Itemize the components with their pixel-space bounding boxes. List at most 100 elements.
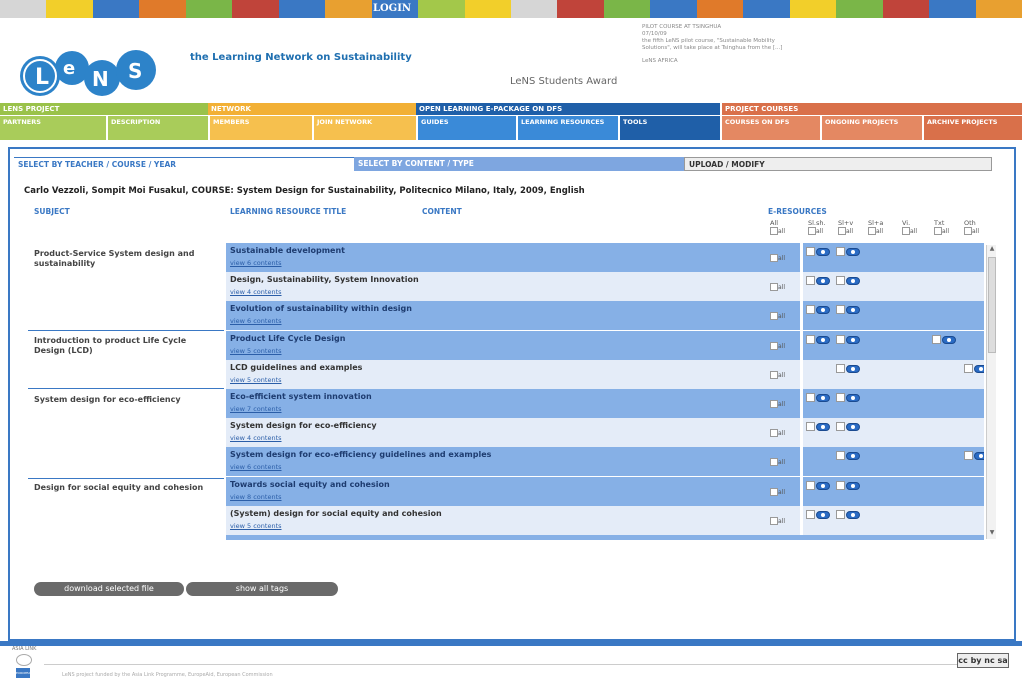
scroll-thumb[interactable]: [988, 257, 996, 353]
filter-all-checkbox[interactable]: [770, 227, 778, 235]
view-contents-link[interactable]: view 7 contents: [230, 405, 282, 413]
filter-oth-checkbox[interactable]: [964, 227, 972, 235]
slides-video-resource[interactable]: [836, 451, 862, 462]
slides-video-resource[interactable]: [836, 481, 862, 492]
view-contents-link[interactable]: view 6 contents: [230, 463, 282, 471]
slides-video-checkbox[interactable]: [836, 364, 845, 373]
slides-video-resource[interactable]: [836, 247, 862, 258]
row-all-checkbox[interactable]: [770, 428, 778, 437]
row-all-checkbox[interactable]: [770, 399, 778, 408]
scroll-up-icon[interactable]: ▲: [988, 245, 996, 253]
nav-archive-projects[interactable]: ARCHIVE PROJECTS: [924, 116, 1022, 140]
view-contents-link[interactable]: view 6 contents: [230, 317, 282, 325]
filter-txt-checkbox[interactable]: [934, 227, 942, 235]
filter-vi-checkbox[interactable]: [902, 227, 910, 235]
students-award-link[interactable]: LeNS Students Award: [510, 76, 617, 87]
nav-members[interactable]: MEMBERS: [210, 116, 312, 140]
slides-video-resource[interactable]: [836, 335, 862, 346]
view-contents-link[interactable]: view 5 contents: [230, 376, 282, 384]
view-contents-link[interactable]: view 8 contents: [230, 493, 282, 501]
results-scrollbar[interactable]: ▲ ▼: [986, 245, 996, 539]
lens-logo[interactable]: L e N S: [18, 48, 188, 100]
slides-video-resource[interactable]: [836, 422, 862, 433]
other-checkbox[interactable]: [964, 364, 973, 373]
nav-join-network[interactable]: JOIN NETWORK: [314, 116, 416, 140]
slides-sound-resource[interactable]: [806, 481, 832, 492]
resource-row[interactable]: Product Life Cycle Design view 5 content…: [226, 331, 984, 360]
slides-sound-resource[interactable]: [806, 422, 832, 433]
slides-video-checkbox[interactable]: [836, 422, 845, 431]
slides-video-resource[interactable]: [836, 510, 862, 521]
slides-sound-checkbox[interactable]: [806, 422, 815, 431]
view-contents-link[interactable]: view 4 contents: [230, 288, 282, 296]
resource-row[interactable]: System design for eco-efficiency guideli…: [226, 447, 984, 476]
slides-sound-checkbox[interactable]: [806, 510, 815, 519]
creative-commons-badge[interactable]: cc by nc sa: [957, 653, 1009, 668]
row-all-checkbox[interactable]: [770, 457, 778, 466]
resource-row[interactable]: System design for eco-efficiency view 4 …: [226, 418, 984, 447]
text-resource[interactable]: [932, 335, 958, 346]
view-contents-link[interactable]: view 5 contents: [230, 347, 282, 355]
slides-video-checkbox[interactable]: [836, 451, 845, 460]
slides-sound-resource[interactable]: [806, 247, 832, 258]
nav-partners[interactable]: PARTNERS: [0, 116, 106, 140]
nav-ongoing-projects[interactable]: ONGOING PROJECTS: [822, 116, 922, 140]
view-contents-link[interactable]: view 6 contents: [230, 259, 282, 267]
filter-slv-checkbox[interactable]: [838, 227, 846, 235]
filter-slsh-checkbox[interactable]: [808, 227, 816, 235]
show-all-tags-button[interactable]: show all tags: [186, 582, 338, 596]
slides-sound-resource[interactable]: [806, 335, 832, 346]
resource-row[interactable]: Eco-efficient system innovation view 7 c…: [226, 389, 984, 418]
row-all-checkbox[interactable]: [770, 253, 778, 262]
slides-video-checkbox[interactable]: [836, 481, 845, 490]
slides-video-checkbox[interactable]: [836, 247, 845, 256]
row-all-checkbox[interactable]: [770, 487, 778, 496]
tab-upload-modify[interactable]: UPLOAD / MODIFY: [684, 157, 992, 171]
row-all-checkbox[interactable]: [770, 516, 778, 525]
slides-video-checkbox[interactable]: [836, 510, 845, 519]
slides-video-resource[interactable]: [836, 393, 862, 404]
slides-sound-checkbox[interactable]: [806, 481, 815, 490]
nav-description[interactable]: DESCRIPTION: [108, 116, 208, 140]
view-contents-link[interactable]: view 5 contents: [230, 522, 282, 530]
other-resource[interactable]: [964, 364, 984, 375]
nav-network[interactable]: NETWORK: [208, 103, 416, 115]
resource-row[interactable]: (System) design for social equity and co…: [226, 506, 984, 535]
resource-row[interactable]: Evolution of sustainability within desig…: [226, 301, 984, 330]
other-resource[interactable]: [964, 451, 984, 462]
login-link[interactable]: LOGIN: [364, 0, 420, 18]
nav-project-courses[interactable]: PROJECT COURSES: [722, 103, 1022, 115]
slides-video-checkbox[interactable]: [836, 335, 845, 344]
view-contents-link[interactable]: view 4 contents: [230, 434, 282, 442]
text-checkbox[interactable]: [932, 335, 941, 344]
resource-row[interactable]: Design, Sustainability, System Innovatio…: [226, 272, 984, 301]
row-all-checkbox[interactable]: [770, 311, 778, 320]
slides-video-resource[interactable]: [836, 305, 862, 316]
slides-video-resource[interactable]: [836, 364, 862, 375]
resource-row[interactable]: LCD guidelines and examples view 5 conte…: [226, 360, 984, 389]
resource-row[interactable]: Sustainable development view 6 contents …: [226, 243, 984, 272]
row-all-checkbox[interactable]: [770, 341, 778, 350]
row-all-checkbox[interactable]: [770, 370, 778, 379]
slides-video-checkbox[interactable]: [836, 276, 845, 285]
nav-courses-on-dfs[interactable]: COURSES ON DFS: [722, 116, 820, 140]
tab-select-by-teacher[interactable]: SELECT BY TEACHER / COURSE / YEAR: [14, 157, 354, 171]
slides-sound-resource[interactable]: [806, 305, 832, 316]
scroll-down-icon[interactable]: ▼: [988, 529, 996, 537]
nav-tools[interactable]: TOOLS: [620, 116, 720, 140]
slides-video-checkbox[interactable]: [836, 393, 845, 402]
slides-sound-checkbox[interactable]: [806, 247, 815, 256]
nav-guides[interactable]: GUIDES: [418, 116, 516, 140]
slides-sound-resource[interactable]: [806, 393, 832, 404]
nav-learning-resources[interactable]: LEARNING RESOURCES: [518, 116, 618, 140]
slides-sound-checkbox[interactable]: [806, 276, 815, 285]
tab-select-by-content[interactable]: SELECT BY CONTENT / TYPE: [354, 157, 684, 171]
slides-sound-checkbox[interactable]: [806, 335, 815, 344]
filter-sla-checkbox[interactable]: [868, 227, 876, 235]
download-selected-button[interactable]: download selected file: [34, 582, 184, 596]
slides-sound-resource[interactable]: [806, 510, 832, 521]
other-checkbox[interactable]: [964, 451, 973, 460]
row-all-checkbox[interactable]: [770, 282, 778, 291]
nav-open-learning[interactable]: OPEN LEARNING E-PACKAGE ON DFS: [416, 103, 720, 115]
slides-video-checkbox[interactable]: [836, 305, 845, 314]
